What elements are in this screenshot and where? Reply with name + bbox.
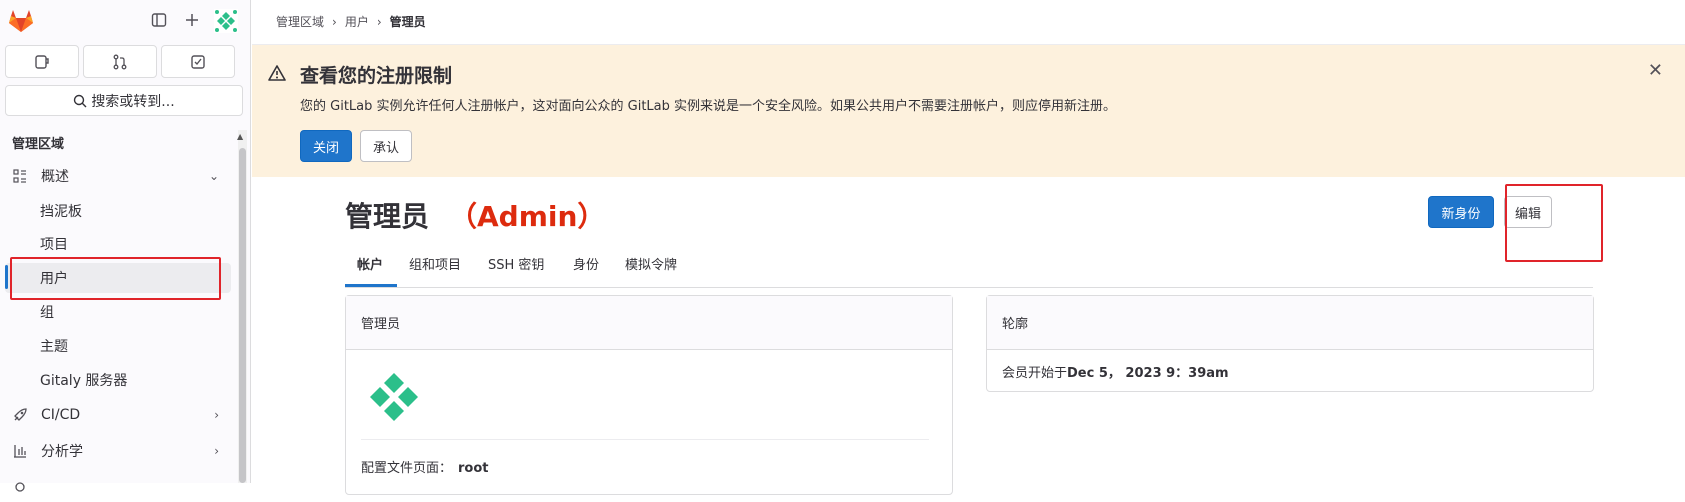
gitlab-logo-icon[interactable] <box>8 9 34 33</box>
issues-button[interactable] <box>5 45 79 78</box>
todos-button[interactable] <box>161 45 235 78</box>
sidebar-item-label: 概述 <box>41 169 69 185</box>
search-icon <box>74 94 87 107</box>
annotation-highlight-box <box>10 257 221 300</box>
sidebar-item-label: 项目 <box>40 237 68 253</box>
warning-icon <box>268 65 286 81</box>
member-since-label: 会员开始于 <box>1002 366 1068 381</box>
profile-page-line: 配置文件页面： root <box>361 457 489 476</box>
account-card-title: 管理员 <box>346 296 952 350</box>
active-tab-indicator <box>345 284 397 287</box>
sidebar-item-dashboard[interactable]: 挡泥板 <box>5 196 231 226</box>
search-button[interactable]: 搜索或转到... <box>5 85 243 116</box>
settings-icon <box>11 479 29 495</box>
sidebar-item-projects[interactable]: 项目 <box>5 229 231 259</box>
chevron-right-icon: › <box>214 408 219 422</box>
scroll-up-arrow-icon[interactable]: ▲ <box>237 132 243 141</box>
sidebar-item-label: 主题 <box>40 339 68 355</box>
account-card: 管理员 配置文件页面： root <box>345 295 953 495</box>
tab-impersonation-tokens[interactable]: 模拟令牌 <box>625 254 677 273</box>
sidebar-item-label: 分析学 <box>41 444 83 460</box>
sidebar-scrollbar-thumb[interactable] <box>239 148 246 483</box>
sidebar-item-overview[interactable]: 概述 ⌄ <box>5 161 231 191</box>
rocket-icon <box>11 407 29 423</box>
user-avatar-icon[interactable] <box>214 9 238 33</box>
sidebar-item-label: 组 <box>40 305 54 321</box>
annotation-text: （Admin） <box>449 200 606 233</box>
profile-username-link[interactable]: root <box>458 461 489 476</box>
tab-ssh-keys[interactable]: SSH 密钥 <box>488 254 544 273</box>
user-avatar-icon <box>362 365 426 429</box>
plus-icon[interactable] <box>183 11 201 29</box>
tab-identities[interactable]: 身份 <box>573 254 599 273</box>
breadcrumb-item[interactable]: 用户 <box>345 13 369 30</box>
sidebar-item-label: 挡泥板 <box>40 204 82 220</box>
sidebar: 搜索或转到... 管理区域 概述 ⌄ 挡泥板 项目 用户 组 主题 Gitaly… <box>0 0 251 492</box>
sidebar-item-partial[interactable] <box>5 472 231 502</box>
profile-card-title: 轮廓 <box>987 296 1593 350</box>
alert-close-button[interactable]: 关闭 <box>300 130 352 162</box>
active-indicator <box>5 265 8 289</box>
close-icon[interactable]: ✕ <box>1648 60 1663 81</box>
sidebar-item-label: Gitaly 服务器 <box>40 373 128 389</box>
merge-request-icon <box>113 54 127 69</box>
profile-card: 轮廓 会员开始于Dec 5， 2023 9：39am <box>986 295 1594 392</box>
sidebar-item-topics[interactable]: 主题 <box>5 331 231 361</box>
merge-requests-button[interactable] <box>83 45 157 78</box>
tab-account[interactable]: 帐户 <box>357 254 383 273</box>
member-since-line: 会员开始于Dec 5， 2023 9：39am <box>987 350 1593 396</box>
breadcrumb-separator-icon: › <box>376 14 382 29</box>
signup-restriction-alert: 查看您的注册限制 您的 GitLab 实例允许任何人注册帐户，这对面向公众的 G… <box>252 45 1685 177</box>
member-since-value: Dec 5， 2023 9：39am <box>1067 366 1229 381</box>
alert-acknowledge-button[interactable]: 承认 <box>360 130 412 162</box>
sidebar-item-label: CI/CD <box>41 407 81 423</box>
sidebar-item-cicd[interactable]: CI/CD › <box>5 400 231 430</box>
overview-icon <box>11 168 29 184</box>
tab-groups-projects[interactable]: 组和项目 <box>409 254 461 273</box>
alert-title: 查看您的注册限制 <box>300 65 453 87</box>
chevron-down-icon: ⌄ <box>208 169 219 183</box>
breadcrumb: 管理区域 › 用户 › 管理员 <box>276 13 426 30</box>
breadcrumb-current[interactable]: 管理员 <box>390 13 426 30</box>
new-identity-button[interactable]: 新身份 <box>1428 196 1494 228</box>
card-divider <box>361 439 929 440</box>
todo-checkbox-icon <box>191 54 205 69</box>
alert-message: 您的 GitLab 实例允许任何人注册帐户，这对面向公众的 GitLab 实例来… <box>300 99 1117 114</box>
sidebar-toggle-icon[interactable] <box>150 11 168 29</box>
search-label: 搜索或转到... <box>91 93 175 110</box>
issues-icon <box>35 54 49 69</box>
chevron-right-icon: › <box>214 444 219 458</box>
sidebar-item-analytics[interactable]: 分析学 › <box>5 436 231 466</box>
breadcrumb-separator-icon: › <box>332 14 337 29</box>
section-title: 管理区域 <box>12 137 65 152</box>
sidebar-item-groups[interactable]: 组 <box>5 297 231 327</box>
analytics-icon <box>11 443 29 459</box>
sidebar-item-gitaly[interactable]: Gitaly 服务器 <box>5 365 231 395</box>
page-title: 管理员 <box>345 200 430 233</box>
tab-bar: 帐户 组和项目 SSH 密钥 身份 模拟令牌 <box>345 248 1593 288</box>
breadcrumb-item[interactable]: 管理区域 <box>276 13 324 30</box>
profile-label: 配置文件页面： <box>361 461 453 476</box>
